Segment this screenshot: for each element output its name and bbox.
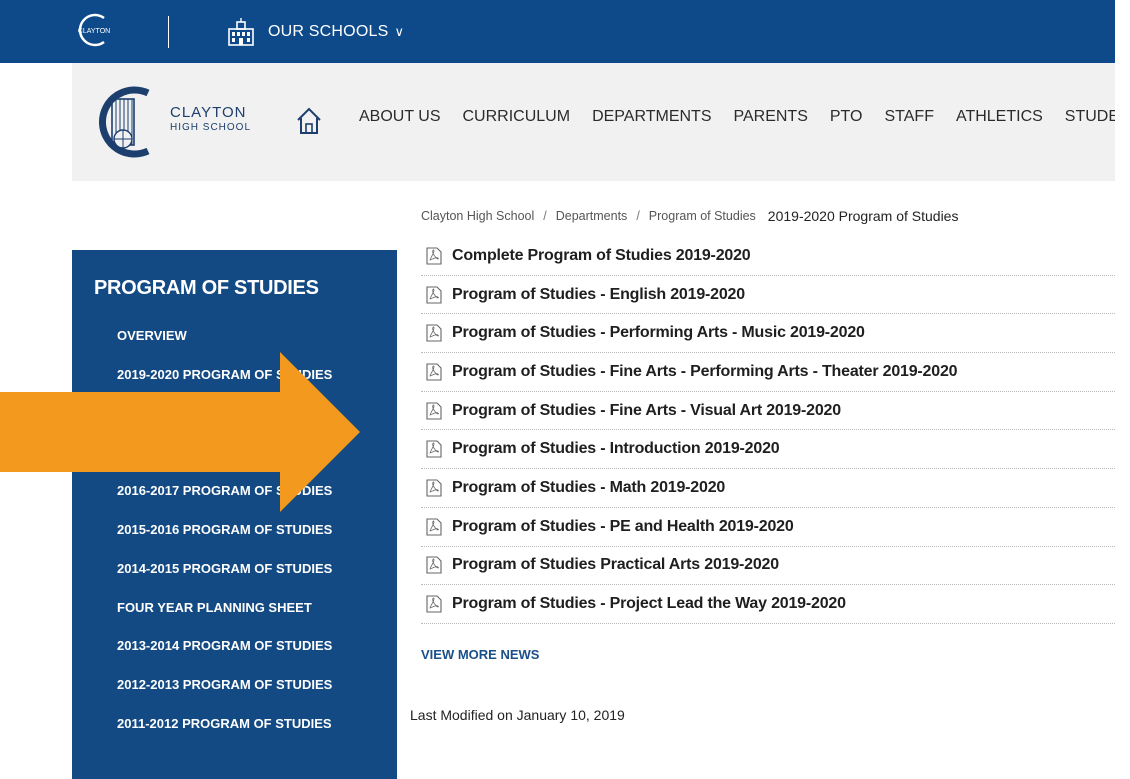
document-row[interactable]: Program of Studies - Math 2019-2020 <box>421 469 1115 508</box>
breadcrumb-program-of-studies[interactable]: Program of Studies <box>649 209 756 223</box>
sidebar-list: OVERVIEW 2019-2020 PROGRAM OF STUDIES 20… <box>117 325 332 752</box>
last-modified-text: Last Modified on January 10, 2019 <box>410 707 625 723</box>
document-row[interactable]: Program of Studies - Project Lead the Wa… <box>421 585 1115 624</box>
sidebar-item-2012-2013[interactable]: 2012-2013 PROGRAM OF STUDIES <box>117 674 332 713</box>
school-building-icon <box>228 18 254 46</box>
pdf-file-icon <box>426 324 442 342</box>
sidebar-item-hidden-1[interactable] <box>117 403 332 442</box>
school-logo[interactable] <box>92 77 160 167</box>
breadcrumb-separator: / <box>636 209 640 223</box>
pdf-file-icon <box>426 402 442 420</box>
home-icon[interactable] <box>296 107 322 135</box>
nav-students[interactable]: STUDENTS <box>1065 108 1115 126</box>
document-title: Program of Studies Practical Arts 2019-2… <box>452 556 779 574</box>
topbar-divider <box>168 16 169 48</box>
document-title: Program of Studies - Fine Arts - Visual … <box>452 401 841 419</box>
sidebar-item-2019-2020[interactable]: 2019-2020 PROGRAM OF STUDIES <box>117 364 332 403</box>
pdf-file-icon <box>426 285 442 304</box>
document-title: Program of Studies - Math 2019-2020 <box>452 478 726 496</box>
pdf-file-icon <box>426 440 442 458</box>
clayton-c-icon: CLAYTON <box>78 13 110 47</box>
sidebar: PROGRAM OF STUDIES OVERVIEW 2019-2020 PR… <box>72 250 397 779</box>
school-name[interactable]: CLAYTON HIGH SCHOOL <box>170 105 251 133</box>
document-row[interactable]: Program of Studies - PE and Health 2019-… <box>421 508 1115 547</box>
document-title: Program of Studies - Introduction 2019-2… <box>452 440 780 458</box>
nav-staff[interactable]: STAFF <box>884 108 933 126</box>
page-right-margin <box>1115 0 1130 779</box>
pdf-file-icon <box>426 363 442 381</box>
pdf-file-icon <box>426 518 442 536</box>
sidebar-item-overview[interactable]: OVERVIEW <box>117 325 332 364</box>
document-row[interactable]: Program of Studies - Fine Arts - Perform… <box>421 353 1115 392</box>
sidebar-item-2014-2015[interactable]: 2014-2015 PROGRAM OF STUDIES <box>117 558 332 597</box>
document-title: Program of Studies - English 2019-2020 <box>452 285 745 303</box>
breadcrumb-departments[interactable]: Departments <box>556 209 628 223</box>
our-schools-label: OUR SCHOOLS <box>268 23 389 40</box>
chevron-down-icon: ∨ <box>394 24 404 39</box>
pdf-file-icon <box>426 479 442 497</box>
sidebar-item-2011-2012[interactable]: 2011-2012 PROGRAM OF STUDIES <box>117 713 332 752</box>
document-title: Program of Studies - Fine Arts - Perform… <box>452 362 958 380</box>
main-nav: ABOUT US CURRICULUM DEPARTMENTS PARENTS … <box>359 108 1115 126</box>
sidebar-item-2016-2017[interactable]: 2016-2017 PROGRAM OF STUDIES <box>117 480 332 519</box>
document-row[interactable]: Complete Program of Studies 2019-2020 <box>421 237 1115 276</box>
document-title: Program of Studies - PE and Health 2019-… <box>452 517 794 535</box>
school-name-line1: CLAYTON <box>170 104 247 121</box>
sidebar-item-2015-2016[interactable]: 2015-2016 PROGRAM OF STUDIES <box>117 519 332 558</box>
document-row[interactable]: Program of Studies - Performing Arts - M… <box>421 314 1115 354</box>
nav-curriculum[interactable]: CURRICULUM <box>463 108 571 126</box>
document-title: Program of Studies - Performing Arts - M… <box>452 324 865 342</box>
top-bar: CLAYTON OUR SCHOOLS ∨ <box>0 0 1115 63</box>
svg-text:CLAYTON: CLAYTON <box>78 28 110 35</box>
document-row[interactable]: Program of Studies Practical Arts 2019-2… <box>421 547 1115 586</box>
nav-parents[interactable]: PARENTS <box>733 108 807 126</box>
breadcrumb-current: 2019-2020 Program of Studies <box>767 208 959 224</box>
document-title: Program of Studies - Project Lead the Wa… <box>452 595 846 613</box>
breadcrumb-separator: / <box>543 209 547 223</box>
school-name-line2: HIGH SCHOOL <box>170 122 252 133</box>
document-list: Complete Program of Studies 2019-2020 Pr… <box>421 237 1115 624</box>
our-schools-dropdown[interactable]: OUR SCHOOLS ∨ <box>226 16 404 48</box>
nav-departments[interactable]: DEPARTMENTS <box>592 108 711 126</box>
view-more-news-link[interactable]: VIEW MORE NEWS <box>421 647 539 662</box>
nav-about-us[interactable]: ABOUT US <box>359 108 441 126</box>
document-row[interactable]: Program of Studies - Introduction 2019-2… <box>421 430 1115 470</box>
sidebar-item-2013-2014[interactable]: 2013-2014 PROGRAM OF STUDIES <box>117 635 332 674</box>
pdf-file-icon <box>426 595 442 613</box>
site-header: CLAYTON HIGH SCHOOL ABOUT US CURRICULUM … <box>72 63 1115 181</box>
sidebar-title: PROGRAM OF STUDIES <box>94 277 319 299</box>
breadcrumb-clayton-high-school[interactable]: Clayton High School <box>421 209 534 223</box>
nav-athletics[interactable]: ATHLETICS <box>956 108 1043 126</box>
breadcrumb: Clayton High School / Departments / Prog… <box>421 208 958 224</box>
pdf-file-icon <box>426 247 442 265</box>
nav-pto[interactable]: PTO <box>830 108 863 126</box>
document-row[interactable]: Program of Studies - Fine Arts - Visual … <box>421 392 1115 431</box>
sidebar-item-hidden-2[interactable] <box>117 441 332 480</box>
document-row[interactable]: Program of Studies - English 2019-2020 <box>421 276 1115 315</box>
document-title: Complete Program of Studies 2019-2020 <box>452 246 751 264</box>
pdf-file-icon <box>426 556 442 574</box>
district-logo[interactable]: CLAYTON <box>74 12 114 48</box>
sidebar-item-four-year-planning[interactable]: FOUR YEAR PLANNING SHEET <box>117 597 332 636</box>
